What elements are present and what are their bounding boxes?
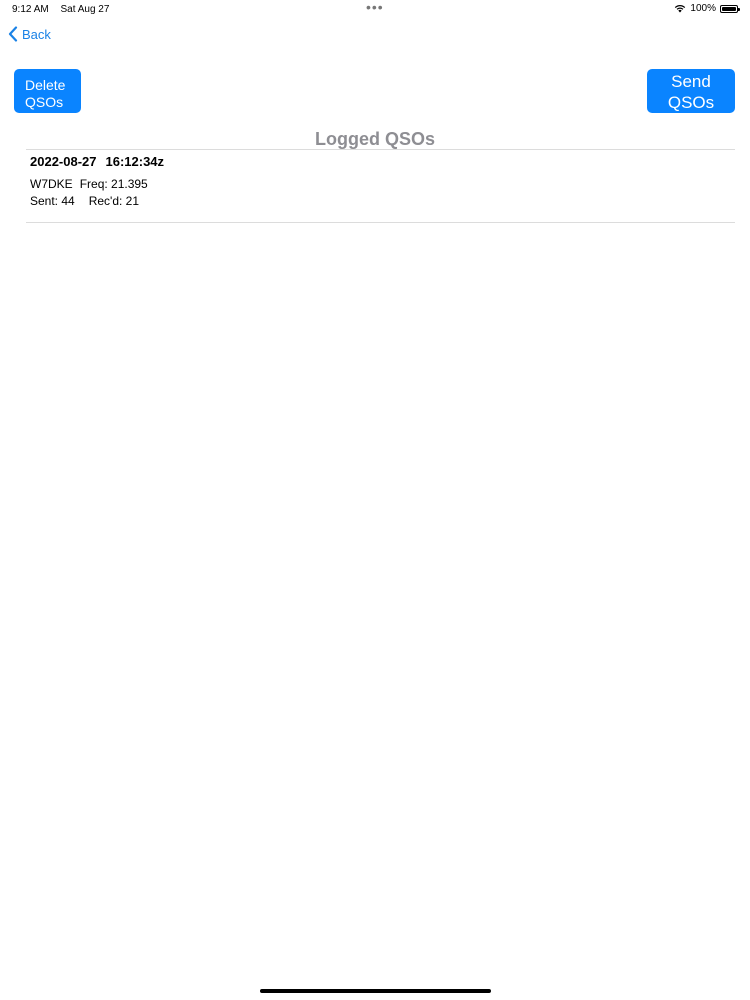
send-qsos-button[interactable]: Send QSOs xyxy=(647,69,735,113)
qso-date: 2022-08-27 xyxy=(30,154,97,169)
qso-recd: Rec'd: 21 xyxy=(88,194,140,208)
screen: 9:12 AM Sat Aug 27 ••• 100% Back Delete … xyxy=(0,0,750,1000)
status-time: 9:12 AM xyxy=(12,4,49,15)
qso-time: 16:12:34z xyxy=(105,154,165,169)
table-row[interactable]: 2022-08-27 16:12:34z W7DKE Freq: 21.395 Se… xyxy=(26,150,735,223)
status-bar: 9:12 AM Sat Aug 27 ••• 100% xyxy=(0,0,750,18)
page-title: Logged QSOs xyxy=(314,129,435,149)
qso-line-reports: Sent: 44 Rec'd: 21 xyxy=(30,194,139,208)
wifi-icon xyxy=(675,4,686,13)
chevron-left-icon xyxy=(8,26,18,42)
status-date: Sat Aug 27 xyxy=(60,4,110,15)
status-left: 9:12 AM Sat Aug 27 xyxy=(12,4,118,15)
qso-line-callsign: W7DKE Freq: 21.395 xyxy=(30,177,148,191)
qso-sent: Sent: 44 xyxy=(30,194,75,208)
battery-fill xyxy=(722,6,736,11)
back-label: Back xyxy=(22,26,51,42)
delete-qsos-button[interactable]: Delete QSOs xyxy=(14,69,81,113)
qso-list: 2022-08-27 16:12:34z W7DKE Freq: 21.395 Se… xyxy=(26,149,735,223)
qso-datetime: 2022-08-27 16:12:34z xyxy=(30,154,164,169)
back-button[interactable]: Back xyxy=(8,26,51,42)
status-right: 100% xyxy=(674,3,740,14)
battery-percent: 100% xyxy=(690,3,716,14)
battery-icon xyxy=(720,4,740,13)
home-indicator[interactable] xyxy=(260,989,491,993)
qso-freq: Freq: 21.395 xyxy=(79,177,148,191)
multitasking-dots-icon[interactable]: ••• xyxy=(366,0,384,14)
qso-callsign: W7DKE xyxy=(30,177,73,191)
